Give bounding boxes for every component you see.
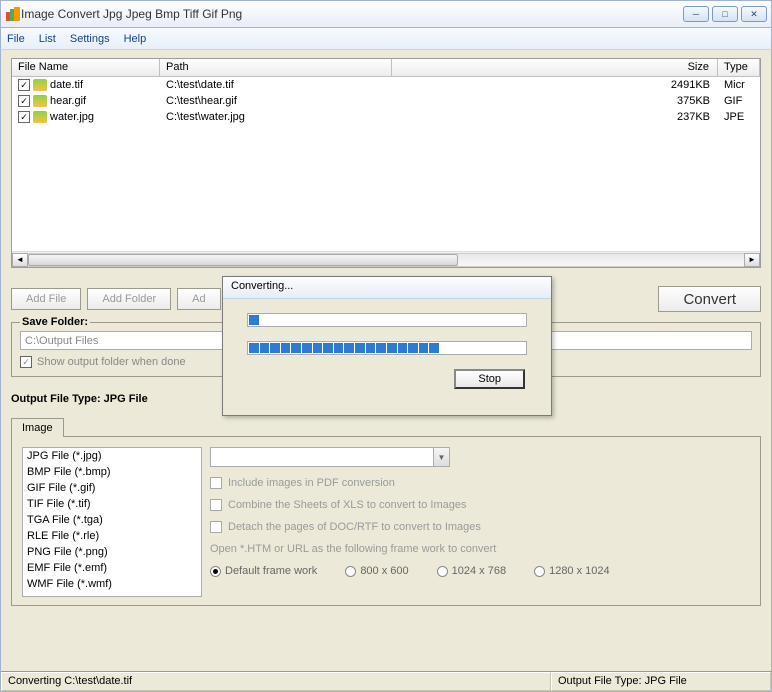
cell-type: JPE (718, 111, 760, 123)
list-item[interactable]: WMF File (*.wmf) (23, 576, 201, 592)
options-combo[interactable]: ▼ (210, 447, 450, 467)
progress-bar-1 (247, 313, 527, 327)
add-url-button[interactable]: Ad (177, 288, 220, 310)
cell-type: GIF (718, 95, 760, 107)
xls-label: Combine the Sheets of XLS to convert to … (228, 499, 466, 511)
tab-body: JPG File (*.jpg)BMP File (*.bmp)GIF File… (11, 436, 761, 606)
save-folder-label: Save Folder: (20, 316, 90, 328)
list-item[interactable]: RLE File (*.rle) (23, 528, 201, 544)
col-type[interactable]: Type (718, 59, 760, 76)
radio-1024[interactable] (437, 566, 448, 577)
col-path[interactable]: Path (160, 59, 392, 76)
radio-default[interactable] (210, 566, 221, 577)
menu-list[interactable]: List (39, 33, 56, 45)
menu-settings[interactable]: Settings (70, 33, 110, 45)
file-grid: File Name Path Size Type ✓ date.tif C:\tes… (11, 58, 761, 268)
status-left: Converting C:\test\date.tif (1, 672, 551, 691)
tab-image[interactable]: Image (11, 418, 64, 437)
close-button[interactable]: ✕ (741, 6, 767, 22)
horizontal-scrollbar[interactable]: ◄ ► (12, 251, 760, 267)
list-item[interactable]: BMP File (*.bmp) (23, 464, 201, 480)
pdf-label: Include images in PDF conversion (228, 477, 395, 489)
cell-path: C:\test\date.tif (160, 79, 392, 91)
scroll-left-icon[interactable]: ◄ (12, 253, 28, 267)
show-output-checkbox[interactable]: ✓ (20, 356, 32, 368)
cell-name: water.jpg (50, 111, 94, 123)
col-size[interactable]: Size (392, 59, 718, 76)
list-item[interactable]: GIF File (*.gif) (23, 480, 201, 496)
pdf-checkbox[interactable] (210, 477, 222, 489)
menu-bar: File List Settings Help (0, 28, 772, 50)
add-folder-button[interactable]: Add Folder (87, 288, 171, 310)
list-item[interactable]: TGA File (*.tga) (23, 512, 201, 528)
file-icon (33, 111, 47, 123)
doc-label: Detach the pages of DOC/RTF to convert t… (228, 521, 481, 533)
maximize-button[interactable]: □ (712, 6, 738, 22)
list-item[interactable]: JPG File (*.jpg) (23, 448, 201, 464)
progress-bar-2 (247, 341, 527, 355)
converting-dialog: Converting... Stop (222, 276, 552, 416)
minimize-button[interactable]: ─ (683, 6, 709, 22)
dialog-title: Converting... (223, 277, 551, 299)
cell-size: 375KB (392, 95, 718, 107)
row-checkbox[interactable]: ✓ (18, 111, 30, 123)
chevron-down-icon[interactable]: ▼ (433, 448, 449, 466)
add-file-button[interactable]: Add File (11, 288, 81, 310)
convert-button[interactable]: Convert (658, 286, 761, 312)
radio-1280[interactable] (534, 566, 545, 577)
radio-800[interactable] (345, 566, 356, 577)
app-icon (5, 6, 21, 22)
col-filename[interactable]: File Name (12, 59, 160, 76)
scroll-track[interactable] (28, 253, 744, 267)
file-icon (33, 79, 47, 91)
table-row[interactable]: ✓ hear.gif C:\test\hear.gif375KBGIF (12, 93, 760, 109)
tab-panel: Image JPG File (*.jpg)BMP File (*.bmp)GI… (11, 417, 761, 606)
menu-file[interactable]: File (7, 33, 25, 45)
row-checkbox[interactable]: ✓ (18, 95, 30, 107)
status-bar: Converting C:\test\date.tif Output File … (1, 671, 771, 691)
show-output-label: Show output folder when done (37, 356, 186, 368)
list-item[interactable]: PNG File (*.png) (23, 544, 201, 560)
table-row[interactable]: ✓ date.tif C:\test\date.tif2491KBMicr (12, 77, 760, 93)
stop-button[interactable]: Stop (454, 369, 525, 389)
cell-name: hear.gif (50, 95, 86, 107)
grid-body: ✓ date.tif C:\test\date.tif2491KBMicr ✓ hear… (12, 77, 760, 251)
cell-name: date.tif (50, 79, 83, 91)
row-checkbox[interactable]: ✓ (18, 79, 30, 91)
xls-checkbox[interactable] (210, 499, 222, 511)
status-right: Output File Type: JPG File (551, 672, 771, 691)
cell-path: C:\test\hear.gif (160, 95, 392, 107)
list-item[interactable]: EMF File (*.emf) (23, 560, 201, 576)
table-row[interactable]: ✓ water.jpg C:\test\water.jpg237KBJPE (12, 109, 760, 125)
menu-help[interactable]: Help (124, 33, 147, 45)
file-type-list[interactable]: JPG File (*.jpg)BMP File (*.bmp)GIF File… (22, 447, 202, 597)
list-item[interactable]: TIF File (*.tif) (23, 496, 201, 512)
cell-size: 2491KB (392, 79, 718, 91)
grid-header: File Name Path Size Type (12, 59, 760, 77)
scroll-thumb[interactable] (28, 254, 458, 266)
doc-checkbox[interactable] (210, 521, 222, 533)
window-title: Image Convert Jpg Jpeg Bmp Tiff Gif Png (21, 7, 683, 21)
title-bar: Image Convert Jpg Jpeg Bmp Tiff Gif Png … (0, 0, 772, 28)
cell-type: Micr (718, 79, 760, 91)
cell-path: C:\test\water.jpg (160, 111, 392, 123)
scroll-right-icon[interactable]: ► (744, 253, 760, 267)
frame-label: Open *.HTM or URL as the following frame… (210, 543, 750, 555)
cell-size: 237KB (392, 111, 718, 123)
file-icon (33, 95, 47, 107)
